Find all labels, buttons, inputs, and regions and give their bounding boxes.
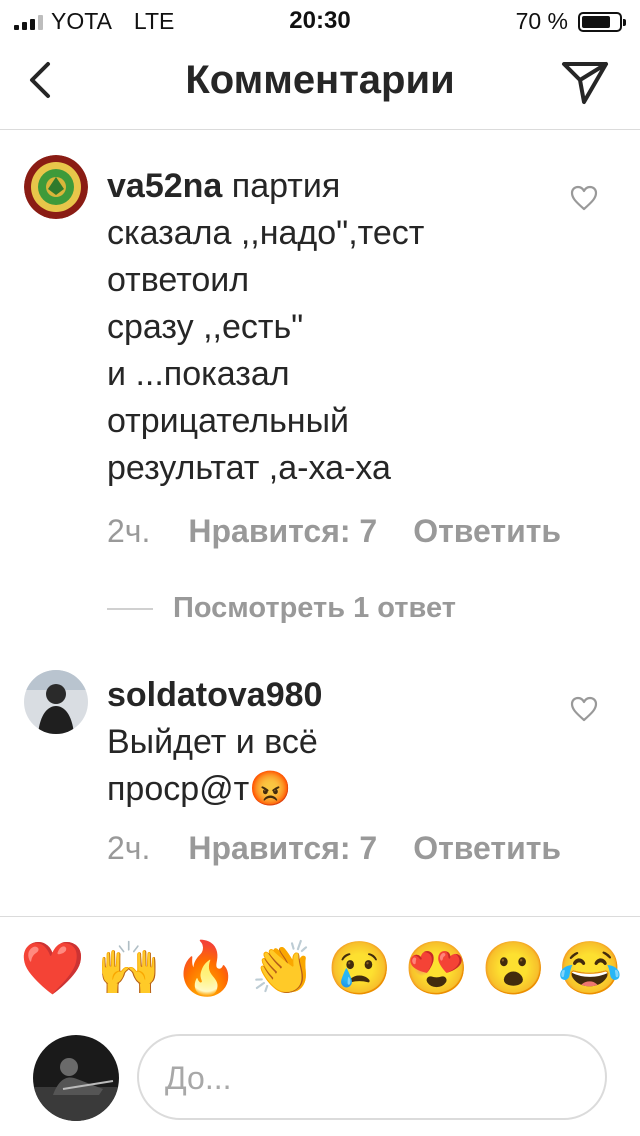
- crying-face-emoji[interactable]: 😢: [327, 938, 392, 1000]
- my-avatar: [33, 1035, 119, 1121]
- likes-count[interactable]: Нравится: 7: [188, 830, 377, 867]
- clapping-hands-emoji[interactable]: 👏: [251, 938, 316, 1000]
- view-replies-label: Посмотреть 1 ответ: [173, 592, 456, 624]
- comment-time: 2ч.: [107, 513, 151, 549]
- comment-username[interactable]: soldatova980: [107, 676, 322, 714]
- page-title: Комментарии: [185, 58, 455, 102]
- comment-meta: 2ч. Нравится: 7 Ответить: [107, 830, 561, 867]
- tears-of-joy-emoji[interactable]: 😂: [558, 938, 623, 1000]
- comment-text: va52na партия сказала ,,надо",тест ответ…: [107, 163, 527, 492]
- nav-bar: Комментарии: [0, 40, 640, 130]
- comment-input[interactable]: [163, 1054, 587, 1102]
- battery-icon: [578, 11, 626, 32]
- red-heart-emoji[interactable]: ❤️: [20, 938, 85, 1000]
- raising-hands-emoji[interactable]: 🙌: [97, 938, 162, 1000]
- avatar[interactable]: [24, 155, 88, 219]
- heart-icon[interactable]: [570, 696, 598, 722]
- battery-percent: 70 %: [515, 8, 568, 34]
- reply-button[interactable]: Ответить: [413, 513, 561, 550]
- comment-meta: 2ч. Нравится: 7 Ответить: [107, 513, 561, 550]
- comment-body: Выйдет и всё проср@т😡: [107, 723, 318, 808]
- comment-input-box: [137, 1034, 607, 1120]
- heart-eyes-emoji[interactable]: 😍: [404, 938, 469, 1000]
- comment-username[interactable]: va52na: [107, 167, 222, 205]
- replies-divider-line: [107, 607, 153, 610]
- avatar[interactable]: [24, 670, 88, 734]
- emoji-quick-bar: ❤️ 🙌 🔥 👏 😢 😍 😮 😂: [20, 938, 623, 1000]
- heart-icon[interactable]: [570, 185, 598, 211]
- comment-text: soldatova980 Выйдет и всё проср@т😡: [107, 672, 527, 813]
- likes-count[interactable]: Нравится: 7: [188, 513, 377, 550]
- send-icon[interactable]: [560, 58, 610, 106]
- view-replies-button[interactable]: Посмотреть 1 ответ: [107, 592, 456, 625]
- fire-emoji[interactable]: 🔥: [174, 938, 239, 1000]
- status-right: 70 %: [515, 8, 626, 35]
- comment-time: 2ч.: [107, 830, 151, 866]
- reply-button[interactable]: Ответить: [413, 830, 561, 867]
- comment-body: партия сказала ,,надо",тест ответоил сра…: [107, 167, 425, 487]
- surprised-face-emoji[interactable]: 😮: [481, 938, 546, 1000]
- composer-divider: [0, 916, 640, 917]
- status-bar: YOTA LTE 20:30 70 %: [0, 0, 640, 40]
